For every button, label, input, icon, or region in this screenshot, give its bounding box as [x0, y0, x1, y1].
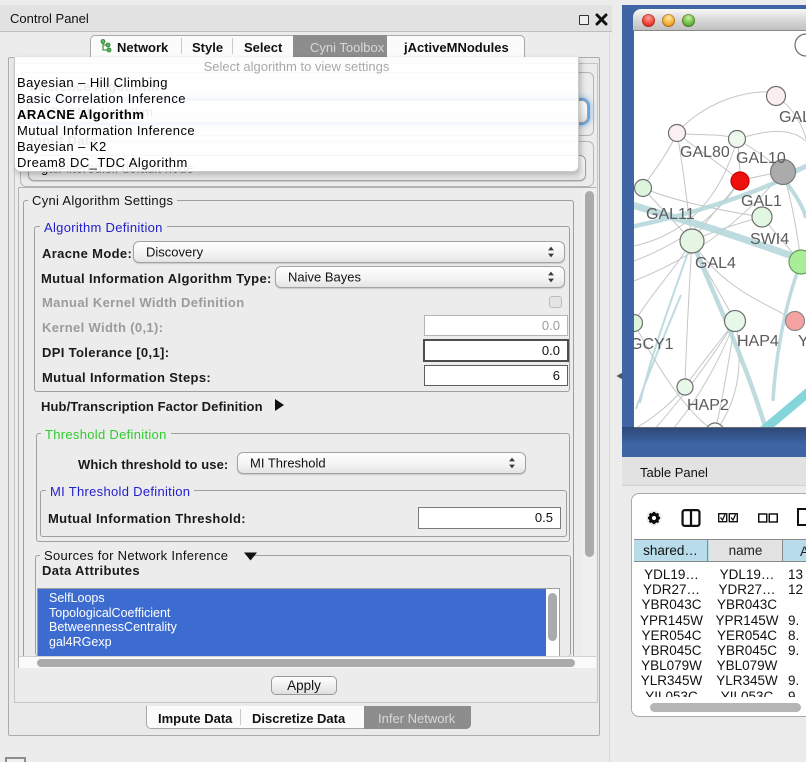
svg-text:GAL10: GAL10 — [736, 150, 786, 167]
svg-text:HAP2: HAP2 — [687, 397, 729, 414]
svg-text:GAL4: GAL4 — [695, 255, 736, 272]
svg-text:SWI4: SWI4 — [750, 231, 789, 248]
svg-text:GCY1: GCY1 — [634, 336, 674, 353]
svg-text:Y: Y — [798, 333, 806, 350]
svg-text:GAL2: GAL2 — [779, 109, 806, 126]
svg-text:GAL11: GAL11 — [646, 206, 695, 223]
svg-text:HAP4: HAP4 — [737, 333, 779, 350]
svg-text:GAL80: GAL80 — [680, 144, 730, 161]
svg-text:GAL1: GAL1 — [741, 193, 782, 210]
